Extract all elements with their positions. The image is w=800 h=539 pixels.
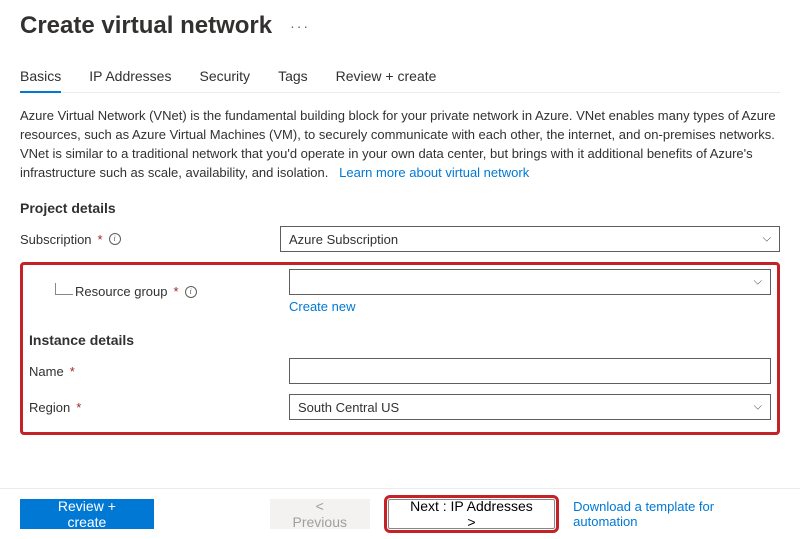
region-label-text: Region bbox=[29, 400, 70, 415]
tab-basics[interactable]: Basics bbox=[20, 68, 61, 92]
chevron-down-icon: ⌵ bbox=[754, 276, 762, 289]
chevron-down-icon: ⌵ bbox=[754, 401, 762, 414]
name-label: Name * bbox=[29, 364, 289, 379]
next-button[interactable]: Next : IP Addresses > bbox=[388, 499, 555, 529]
previous-button: < Previous bbox=[270, 499, 370, 529]
required-indicator: * bbox=[70, 364, 75, 379]
download-template-link[interactable]: Download a template for automation bbox=[573, 499, 780, 529]
resource-group-label-text: Resource group bbox=[75, 284, 168, 299]
tree-connector bbox=[55, 283, 73, 295]
project-details-heading: Project details bbox=[20, 200, 780, 216]
more-actions-button[interactable]: ··· bbox=[290, 18, 310, 34]
region-select[interactable]: South Central US ⌵ bbox=[289, 394, 771, 420]
subscription-label: Subscription * i bbox=[20, 232, 280, 247]
required-indicator: * bbox=[76, 400, 81, 415]
footer-bar: Review + create < Previous Next : IP Add… bbox=[0, 488, 800, 539]
create-new-link[interactable]: Create new bbox=[289, 299, 355, 314]
required-indicator: * bbox=[174, 284, 179, 299]
chevron-down-icon: ⌵ bbox=[763, 233, 771, 246]
resource-group-select[interactable]: ⌵ bbox=[289, 269, 771, 295]
highlight-box: Resource group * i ⌵ Create new Instance… bbox=[20, 262, 780, 435]
tab-tags[interactable]: Tags bbox=[278, 68, 308, 92]
review-create-button[interactable]: Review + create bbox=[20, 499, 154, 529]
subscription-label-text: Subscription bbox=[20, 232, 92, 247]
subscription-select[interactable]: Azure Subscription ⌵ bbox=[280, 226, 780, 252]
required-indicator: * bbox=[98, 232, 103, 247]
name-label-text: Name bbox=[29, 364, 64, 379]
subscription-value: Azure Subscription bbox=[289, 232, 398, 247]
tab-bar: Basics IP Addresses Security Tags Review… bbox=[20, 68, 780, 93]
page-title: Create virtual network bbox=[20, 12, 272, 40]
info-icon[interactable]: i bbox=[109, 233, 121, 245]
tab-review-create[interactable]: Review + create bbox=[336, 68, 437, 92]
region-label: Region * bbox=[29, 400, 289, 415]
name-input[interactable] bbox=[289, 358, 771, 384]
learn-more-link[interactable]: Learn more about virtual network bbox=[339, 165, 529, 180]
tab-security[interactable]: Security bbox=[199, 68, 250, 92]
vnet-description: Azure Virtual Network (VNet) is the fund… bbox=[20, 107, 780, 182]
instance-details-heading: Instance details bbox=[29, 332, 771, 348]
region-value: South Central US bbox=[298, 400, 399, 415]
info-icon[interactable]: i bbox=[185, 286, 197, 298]
tab-ip-addresses[interactable]: IP Addresses bbox=[89, 68, 171, 92]
